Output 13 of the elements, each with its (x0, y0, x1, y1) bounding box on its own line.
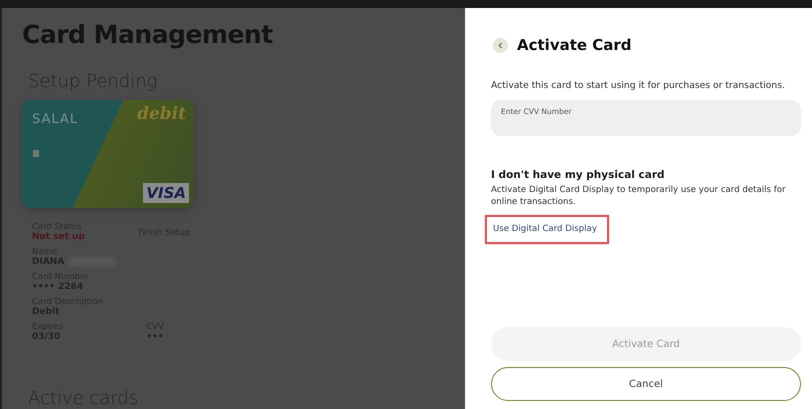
card-network: VISA (143, 183, 189, 203)
cancel-button[interactable]: Cancel (491, 367, 801, 401)
card-brand: SALAL (32, 112, 78, 127)
card-type: debit (137, 104, 186, 124)
page-title: Card Management (22, 20, 274, 49)
chip-icon (33, 150, 39, 157)
subheading: I don't have my physical card (491, 169, 666, 181)
panel-title: Activate Card (517, 36, 632, 54)
digital-card-display-link[interactable]: Use Digital Card Display (485, 215, 609, 244)
back-icon[interactable] (493, 38, 508, 52)
description-text: Activate Digital Card Display to temporarily use your card details for online transactions. (491, 185, 787, 208)
detail-value: ••• (146, 332, 164, 342)
instruction-text: Activate this card to start using it for purchases or transactions. (491, 80, 786, 91)
